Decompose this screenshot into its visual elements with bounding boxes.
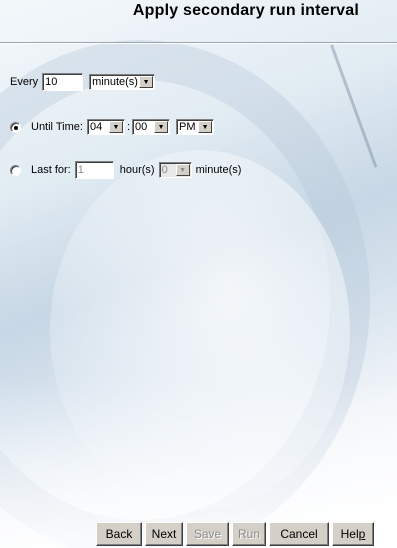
help-button-mnemonic: p — [358, 527, 366, 541]
until-hour-value: 04 — [89, 121, 103, 133]
chevron-down-icon: ▼ — [198, 121, 213, 133]
save-button[interactable]: Save — [186, 522, 229, 546]
help-button[interactable]: Hel p — [332, 522, 374, 546]
last-for-label: Last for: — [31, 164, 71, 176]
chevron-down-icon: ▼ — [154, 121, 169, 133]
every-label: Every — [10, 76, 39, 88]
page-title: Apply secondary run interval — [132, 2, 359, 19]
minutes-label: minute(s) — [195, 164, 242, 176]
time-separator: : — [126, 121, 131, 133]
help-button-label: Hel — [340, 527, 359, 541]
next-button[interactable]: Next — [145, 522, 183, 546]
until-minute-select[interactable]: 00 ▼ — [132, 119, 171, 135]
until-ampm-select[interactable]: PM ▼ — [176, 119, 215, 135]
until-ampm-value: PM — [179, 121, 196, 133]
last-for-row: Last for: hour(s) 0 ▼ minute(s) — [10, 161, 241, 179]
every-value-input[interactable] — [42, 73, 84, 91]
dialog: Apply secondary run interval Every minut… — [0, 0, 397, 548]
every-unit-select[interactable]: minute(s) ▼ — [89, 74, 156, 90]
chevron-down-icon: ▼ — [175, 164, 190, 176]
button-bar: Back Next Save Run Cancel Hel p — [96, 522, 374, 546]
every-row: Every minute(s) ▼ — [10, 73, 156, 91]
until-minute-value: 00 — [135, 121, 148, 133]
last-for-radio[interactable] — [10, 164, 21, 176]
hours-label: hour(s) — [119, 164, 155, 176]
until-time-radio[interactable] — [10, 121, 21, 133]
every-unit-value: minute(s) — [92, 76, 138, 88]
header-divider — [0, 42, 397, 44]
chevron-down-icon: ▼ — [108, 121, 123, 133]
last-for-hours-input[interactable] — [74, 161, 114, 179]
run-button[interactable]: Run — [232, 522, 266, 546]
back-button[interactable]: Back — [96, 522, 142, 546]
cancel-button[interactable]: Cancel — [269, 522, 329, 546]
last-for-minutes-value: 0 — [161, 164, 168, 176]
chevron-down-icon: ▼ — [139, 76, 154, 88]
until-time-label: Until Time: — [31, 121, 83, 133]
until-hour-select[interactable]: 04 ▼ — [86, 119, 125, 135]
until-time-row: Until Time: 04 ▼ : 00 ▼ PM ▼ — [10, 119, 215, 135]
last-for-minutes-select[interactable]: 0 ▼ — [158, 162, 192, 178]
